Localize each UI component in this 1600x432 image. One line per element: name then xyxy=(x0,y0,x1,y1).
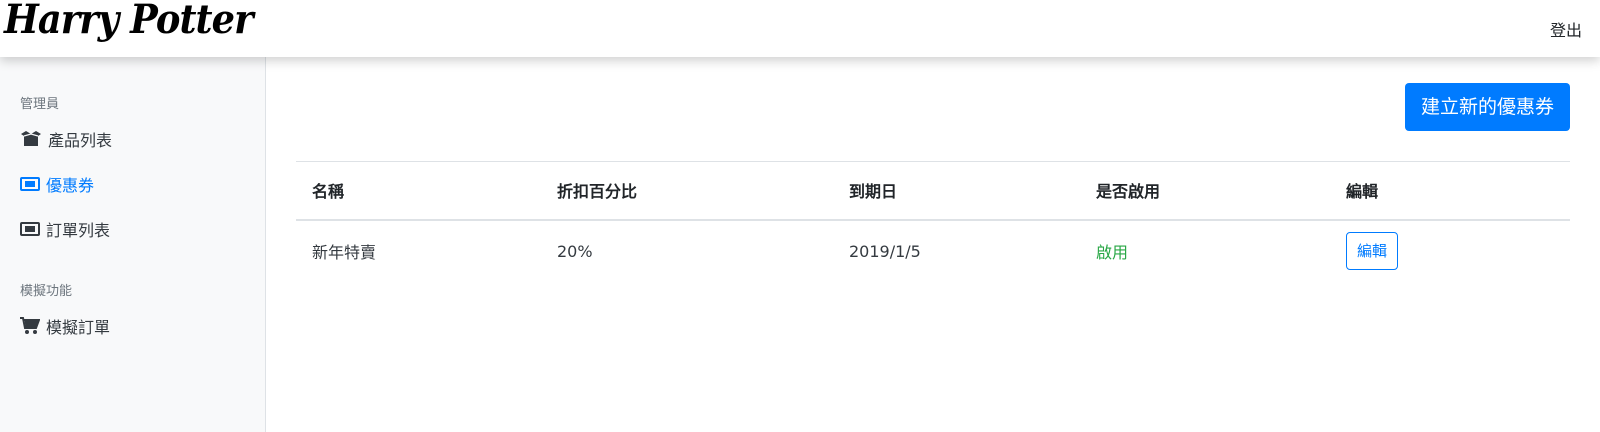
ticket-icon xyxy=(20,222,40,236)
table-row: 新年特賣 20% 2019/1/5 啟用 編輯 xyxy=(296,220,1570,282)
coupon-due-date-cell: 2019/1/5 xyxy=(849,241,921,261)
column-header-name: 名稱 xyxy=(296,161,541,221)
sidebar-item-label: 訂單列表 xyxy=(46,221,111,240)
box-open-icon xyxy=(20,130,42,148)
sidebar-heading-admin: 管理員 xyxy=(20,97,60,112)
column-header-due-date: 到期日 xyxy=(833,161,1080,221)
create-coupon-button[interactable]: 建立新的優惠券 xyxy=(1404,83,1570,131)
column-header-enabled: 是否啟用 xyxy=(1080,161,1330,221)
sidebar-item-orders[interactable]: 訂單列表 xyxy=(20,216,110,242)
column-header-edit: 編輯 xyxy=(1330,161,1570,221)
sidebar-item-mock-order[interactable]: 模擬訂單 xyxy=(20,313,110,339)
coupon-status-cell: 啟用 xyxy=(1096,243,1129,262)
coupon-table: 名稱 折扣百分比 到期日 是否啟用 編輯 新年特賣 20% 2019/1/5 啟… xyxy=(296,161,1570,282)
sidebar-item-products[interactable]: 產品列表 xyxy=(20,126,112,152)
logout-link[interactable]: 登出 xyxy=(1550,17,1582,41)
sidebar-item-label: 產品列表 xyxy=(48,131,113,150)
sidebar-item-label: 模擬訂單 xyxy=(46,318,111,337)
main-content: 建立新的優惠券 名稱 折扣百分比 到期日 是否啟用 編輯 新年特賣 20% 20… xyxy=(296,57,1570,432)
sidebar-heading-simulation: 模擬功能 xyxy=(20,284,73,299)
coupon-name-cell: 新年特賣 xyxy=(312,243,377,262)
sidebar-item-label: 優惠券 xyxy=(46,176,95,195)
edit-coupon-button[interactable]: 編輯 xyxy=(1346,232,1399,270)
cart-icon xyxy=(20,317,40,335)
coupon-discount-cell: 20% xyxy=(557,241,593,261)
sidebar: 管理員 產品列表 優惠券 訂單列表 模擬功能 模擬訂單 xyxy=(0,57,266,432)
table-header-row: 名稱 折扣百分比 到期日 是否啟用 編輯 xyxy=(296,161,1570,221)
column-header-discount: 折扣百分比 xyxy=(541,161,833,221)
brand-logo[interactable]: Harry Potter xyxy=(4,0,253,43)
ticket-icon xyxy=(20,177,40,191)
top-navbar: Harry Potter 登出 xyxy=(0,0,1600,57)
sidebar-item-coupons[interactable]: 優惠券 xyxy=(20,171,94,197)
coupon-edit-cell: 編輯 xyxy=(1330,220,1570,282)
